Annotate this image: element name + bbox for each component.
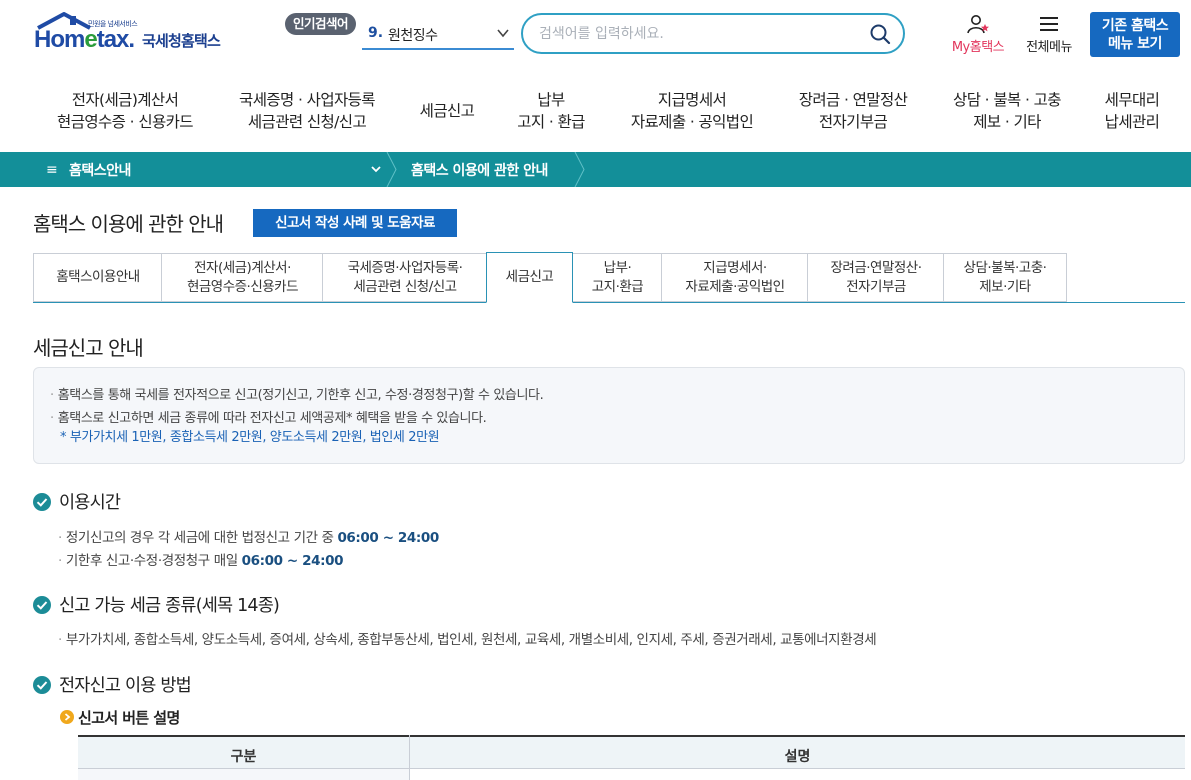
gnb-item-payment[interactable]: 납부 고지 · 환급 <box>512 89 590 133</box>
breadcrumb-separator-icon <box>386 152 397 187</box>
tab-payment-statement[interactable]: 지급명세서· 자료제출·공익법인 <box>661 253 808 302</box>
button-description-table: 구분 설명 <box>78 735 1185 780</box>
hometax-logo[interactable]: 민원을 넘세서비스 Hometax. 국세청홈택스 <box>34 12 234 56</box>
logo-wordmark: Hometax. <box>34 26 135 53</box>
gnb-item-incentive[interactable]: 장려금 · 연말정산 전자기부금 <box>793 89 913 133</box>
gnb-item-consultation[interactable]: 상담 · 불복 · 고충 제보 · 기타 <box>947 89 1067 133</box>
usage-time-line: · 기한후 신고·수정·경정청구 매일 06:00 ~ 24:00 <box>58 553 344 569</box>
gnb-item-tax-filing[interactable]: 세금신고 <box>412 100 482 122</box>
chevron-down-icon <box>497 29 509 38</box>
tax-types-title: 신고 가능 세금 종류(세목 14종) <box>33 592 280 617</box>
tab-hometax-guide[interactable]: 홈택스이용안내 <box>33 253 162 302</box>
info-note: * 부가가치세 1만원, 종합소득세 2만원, 양도소득세 2만원, 법인세 2… <box>60 430 440 445</box>
search-box <box>521 13 905 54</box>
tab-incentive[interactable]: 장려금·연말정산· 전자기부금 <box>807 253 944 302</box>
tab-baseline <box>33 302 1185 303</box>
page-title: 홈택스 이용에 관한 안내 <box>33 212 224 236</box>
old-menu-label-line1: 기존 홈택스 <box>1101 18 1169 34</box>
gnb-item-payment-statement[interactable]: 지급명세서 자료제출 · 공익법인 <box>622 89 762 133</box>
breadcrumb-second[interactable]: 홈택스 이용에 관한 안내 <box>411 160 548 180</box>
all-menu-label: 전체메뉴 <box>1026 40 1072 55</box>
all-menu-button[interactable]: 전체메뉴 <box>1020 14 1078 58</box>
check-circle-icon <box>33 596 51 614</box>
popular-search-select[interactable]: 9. 원천징수 <box>362 20 514 50</box>
chevron-down-icon[interactable] <box>370 163 382 175</box>
menu-icon: ≡ <box>46 162 58 178</box>
usage-time-line: · 정기신고의 경우 각 세금에 대한 법정신고 기간 중 06:00 ~ 24:… <box>58 530 439 546</box>
popular-keyword: 원천징수 <box>388 28 438 44</box>
location-bar: ≡ 홈택스안내 홈택스 이용에 관한 안내 <box>0 152 1191 187</box>
gnb-item-einvoice[interactable]: 전자(세금)계산서 현금영수증 · 신용카드 <box>55 89 195 133</box>
search-icon[interactable] <box>869 23 891 45</box>
tab-payment[interactable]: 납부· 고지·환급 <box>572 253 662 302</box>
my-hometax-button[interactable]: My홈택스 <box>946 14 1010 58</box>
my-hometax-label: My홈택스 <box>951 40 1005 55</box>
breadcrumb-first[interactable]: 홈택스안내 <box>69 160 131 180</box>
hamburger-icon <box>1040 17 1058 31</box>
tab-tax-filing[interactable]: 세금신고 <box>486 252 573 303</box>
table-header: 구분 설명 <box>78 735 1185 769</box>
usage-time-title: 이용시간 <box>33 489 121 514</box>
popular-search-badge: 인기검색어 <box>285 13 357 35</box>
button-description-title: 신고서 버튼 설명 <box>60 707 180 728</box>
gnb-item-tax-agent[interactable]: 세무대리 납세관리 <box>1099 89 1165 133</box>
tab-bar: 홈택스이용안내 전자(세금)계산서· 현금영수증·신용카드 국세증명·사업자등록·… <box>33 252 1185 303</box>
user-icon <box>967 15 989 34</box>
table-header-description: 설명 <box>784 749 811 765</box>
check-circle-icon <box>33 493 51 511</box>
tax-types-list: · 부가가치세, 종합소득세, 양도소득세, 증여세, 상속세, 종합부동산세, … <box>58 632 877 648</box>
table-header-category: 구분 <box>230 749 257 765</box>
check-circle-icon <box>33 676 51 694</box>
info-box: · 홈택스를 통해 국세를 전자적으로 신고(정기신고, 기한후 신고, 수정·경… <box>33 367 1185 464</box>
table-row <box>78 769 409 780</box>
arrow-right-circle-icon <box>60 710 74 724</box>
old-menu-button[interactable]: 기존 홈택스 메뉴 보기 <box>1090 12 1180 57</box>
table-column-divider <box>409 735 410 780</box>
info-line: · 홈택스로 신고하면 세금 종류에 따라 전자신고 세액공제* 혜택을 받을 수… <box>50 411 487 426</box>
tab-consultation[interactable]: 상담·불복·고충· 제보·기타 <box>943 253 1067 302</box>
tab-einvoice[interactable]: 전자(세금)계산서· 현금영수증·신용카드 <box>161 253 323 302</box>
help-materials-button[interactable]: 신고서 작성 사례 및 도움자료 <box>253 209 457 237</box>
breadcrumb-separator-icon <box>574 152 585 187</box>
main-nav: 전자(세금)계산서 현금영수증 · 신용카드 국세증명 · 사업자등록 세금관련 신… <box>0 72 1191 152</box>
old-menu-label-line2: 메뉴 보기 <box>1108 36 1162 52</box>
info-line: · 홈택스를 통해 국세를 전자적으로 신고(정기신고, 기한후 신고, 수정·경… <box>50 388 544 403</box>
search-input[interactable] <box>539 23 859 45</box>
efiling-method-title: 전자신고 이용 방법 <box>33 672 192 697</box>
popular-rank: 9. <box>368 25 384 41</box>
header: 민원을 넘세서비스 Hometax. 국세청홈택스 인기검색어 9. 원천징수 … <box>0 0 1191 72</box>
section-title: 세금신고 안내 <box>33 336 144 360</box>
tab-certificate[interactable]: 국세증명·사업자등록· 세금관련 신청/신고 <box>322 253 487 302</box>
gnb-item-certificate[interactable]: 국세증명 · 사업자등록 세금관련 신청/신고 <box>233 89 381 133</box>
logo-korean-name: 국세청홈택스 <box>142 32 221 50</box>
